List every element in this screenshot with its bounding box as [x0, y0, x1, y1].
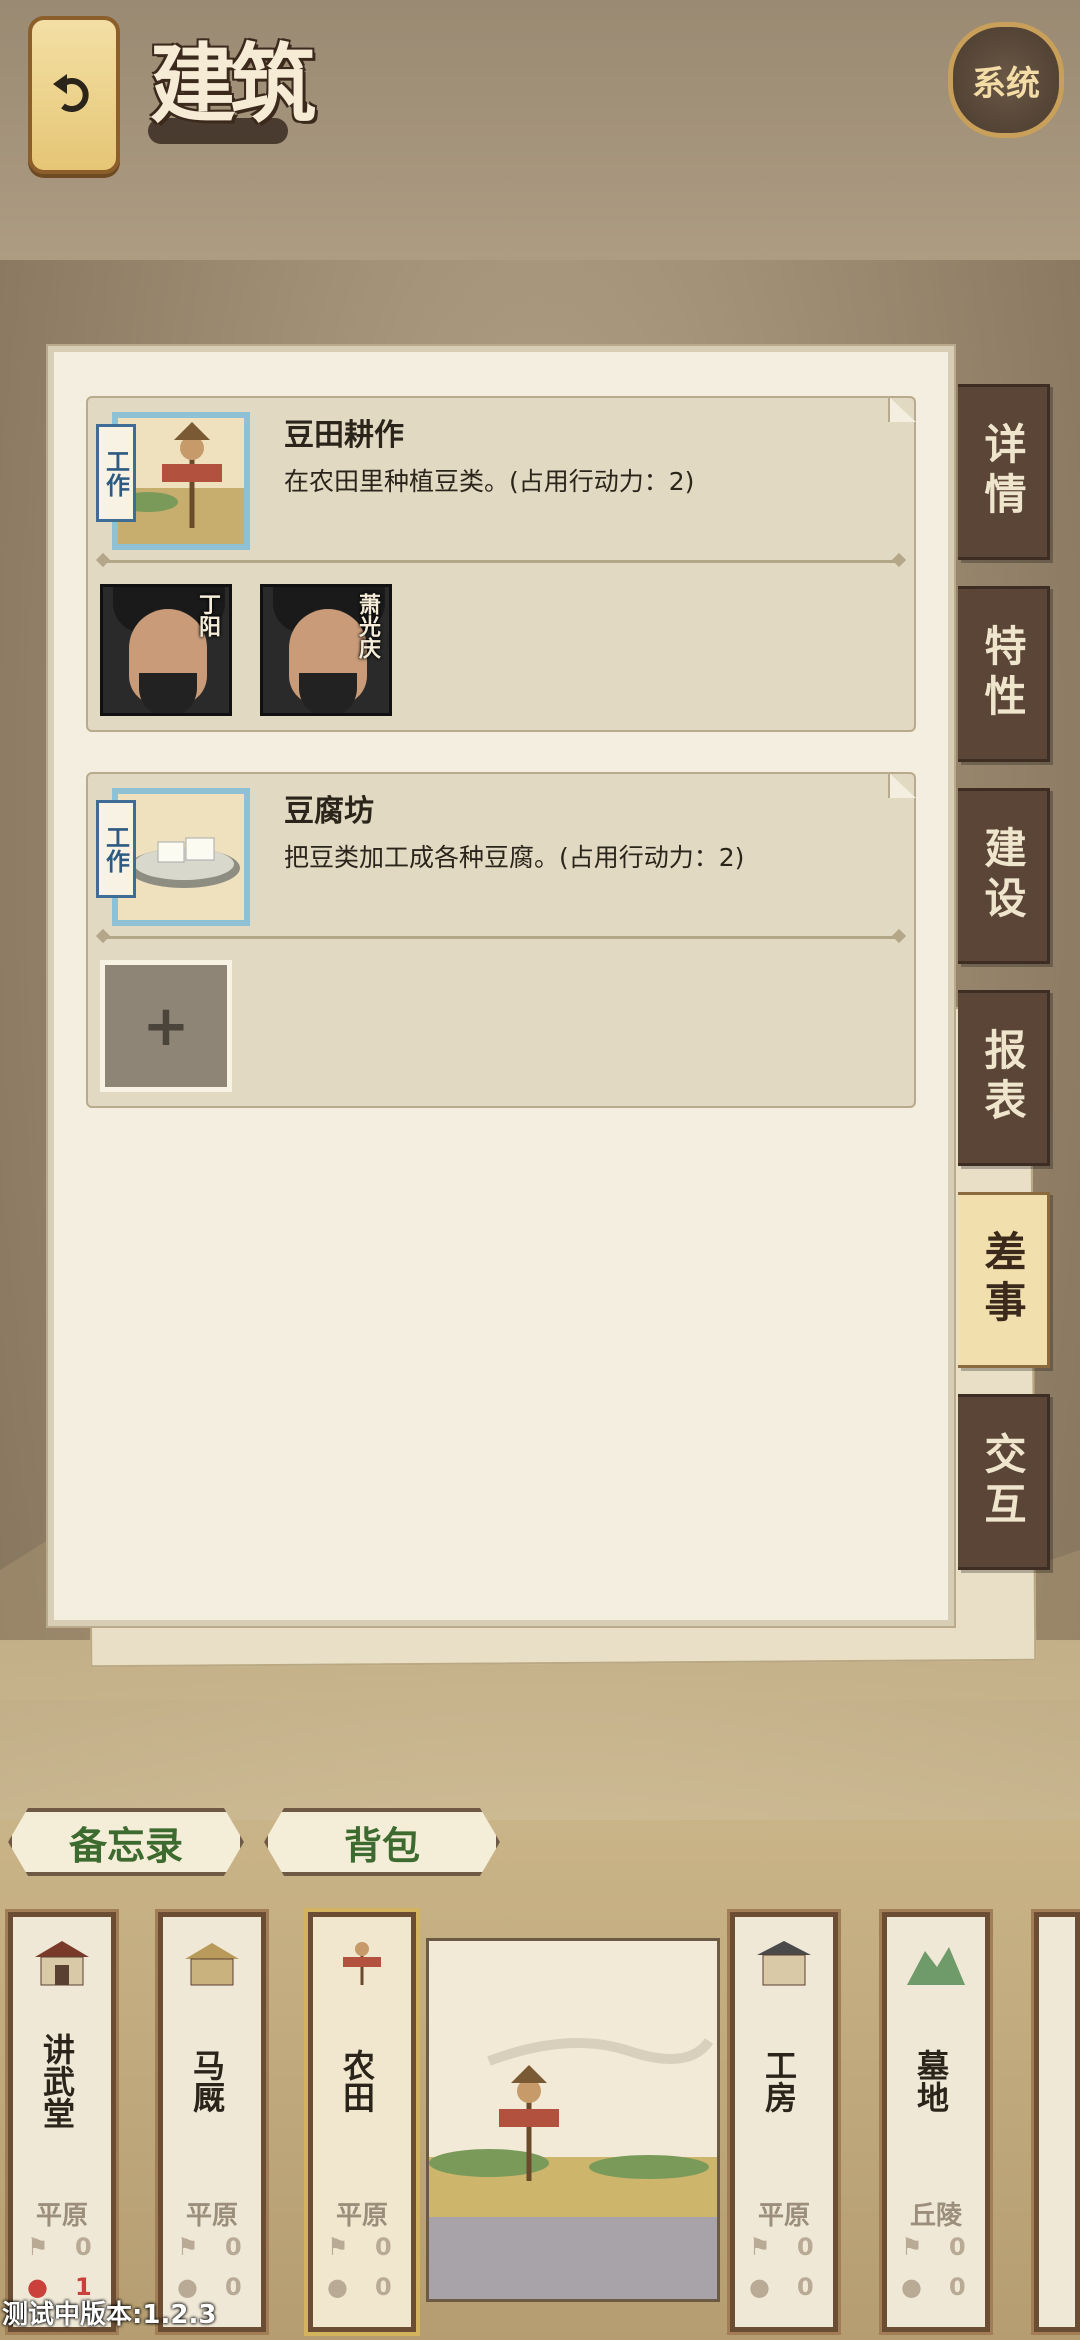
tab-construction[interactable]: 建设	[958, 788, 1050, 964]
job-description: 把豆类加工成各种豆腐。(占用行动力：2)	[284, 843, 745, 872]
person-icon: ●	[749, 2273, 770, 2301]
stat-row: ● 0	[327, 2273, 392, 2301]
system-button[interactable]: 系统	[948, 22, 1064, 138]
worker-portrait[interactable]: 丁阳	[100, 584, 232, 716]
stat-row: ⚑ 0	[327, 2233, 392, 2261]
bag-button[interactable]: 背包	[264, 1808, 500, 1876]
building-name: 马厩	[188, 2049, 226, 2113]
tab-traits[interactable]: 特性	[958, 586, 1050, 762]
farmland-preview-image	[426, 1938, 720, 2302]
back-button[interactable]	[28, 16, 120, 174]
building-name: 墓地	[912, 2049, 950, 2113]
flag-icon: ⚑	[901, 2233, 923, 2261]
ground-band	[0, 1640, 1080, 1820]
flag-icon: ⚑	[27, 2233, 49, 2261]
page-title: 建筑	[150, 34, 316, 135]
work-tag: 工作	[96, 424, 136, 522]
workshop-icon	[757, 1941, 811, 1986]
stat-row: ⚑ 0	[901, 2233, 966, 2261]
building-name: 工房	[760, 2049, 798, 2113]
tab-details[interactable]: 详情	[958, 384, 1050, 560]
farmland-scene	[429, 1941, 717, 2299]
hill-icon	[907, 1947, 965, 1985]
terrain-label: 平原	[335, 2201, 388, 2231]
building-card-martial-hall[interactable]: 讲武堂 平原 ⚑ 0 ● 1	[5, 1909, 119, 2335]
building-name: 讲武堂	[38, 2033, 76, 2129]
job-card-bean-field[interactable]: 工作 豆田耕作 在农田里种植豆类。(占用行动力：2) 丁阳 萧光庆	[86, 396, 916, 732]
stable-icon	[185, 1943, 239, 1986]
terrain-label: 山	[1039, 2195, 1075, 2232]
page-fold	[888, 772, 916, 798]
page-fold	[888, 396, 916, 422]
add-worker-button[interactable]: +	[100, 960, 232, 1092]
divider	[100, 936, 902, 939]
tab-errands[interactable]: 差事	[958, 1192, 1050, 1368]
job-name: 豆田耕作	[284, 418, 404, 453]
worker-portrait[interactable]: 萧光庆	[260, 584, 392, 716]
building-card-farmland[interactable]: 农田 平原 ⚑ 0 ● 0	[304, 1908, 420, 2336]
tab-interact[interactable]: 交互	[958, 1394, 1050, 1570]
tab-report[interactable]: 报表	[958, 990, 1050, 1166]
job-name: 豆腐坊	[284, 794, 374, 829]
scarecrow-icon	[343, 1942, 381, 1985]
flag-icon: ⚑	[327, 2233, 349, 2261]
worker-name: 丁阳	[195, 593, 220, 637]
back-arrow-icon	[53, 74, 89, 112]
stat-row: ● 0	[749, 2273, 814, 2301]
flag-icon: ⚑	[749, 2233, 771, 2261]
terrain-label: 平原	[757, 2201, 810, 2231]
stat-row: ⚑ 0	[27, 2233, 92, 2261]
person-icon: ●	[901, 2273, 922, 2301]
building-name: 农田	[338, 2049, 376, 2113]
stat-row: ● 0	[901, 2273, 966, 2301]
building-name: 矿洞	[1074, 2049, 1080, 2113]
jobs-panel: 工作 豆田耕作 在农田里种植豆类。(占用行动力：2) 丁阳 萧光庆 工作 豆腐坊…	[46, 344, 956, 1628]
terrain-label: 丘陵	[909, 2201, 962, 2231]
tofu-icon	[128, 837, 240, 888]
memo-button[interactable]: 备忘录	[8, 1808, 244, 1876]
building-card-stable[interactable]: 马厩 平原 ⚑ 0 ● 0	[155, 1909, 269, 2335]
divider	[100, 560, 902, 563]
building-card-partial[interactable]: 矿洞 山	[1031, 1909, 1080, 2335]
terrain-label: 平原	[35, 2201, 88, 2231]
person-icon: ●	[327, 2273, 348, 2301]
work-tag: 工作	[96, 800, 136, 898]
building-card-workshop[interactable]: 工房 平原 ⚑ 0 ● 0	[727, 1909, 841, 2335]
job-description: 在农田里种植豆类。(占用行动力：2)	[284, 467, 695, 496]
worker-name: 萧光庆	[355, 593, 380, 659]
stat-row: ⚑ 0	[749, 2233, 814, 2261]
building-card-cemetery[interactable]: 墓地 丘陵 ⚑ 0 ● 0	[879, 1909, 993, 2335]
stat-row: ⚑ 0	[177, 2233, 242, 2261]
scarecrow-icon	[118, 422, 244, 544]
job-card-tofu-workshop[interactable]: 工作 豆腐坊 把豆类加工成各种豆腐。(占用行动力：2) +	[86, 772, 916, 1108]
flag-icon: ⚑	[177, 2233, 199, 2261]
terrain-label: 平原	[185, 2201, 238, 2231]
version-label: 测试中版本:1.2.3	[2, 2300, 217, 2330]
hall-icon	[35, 1941, 89, 1986]
